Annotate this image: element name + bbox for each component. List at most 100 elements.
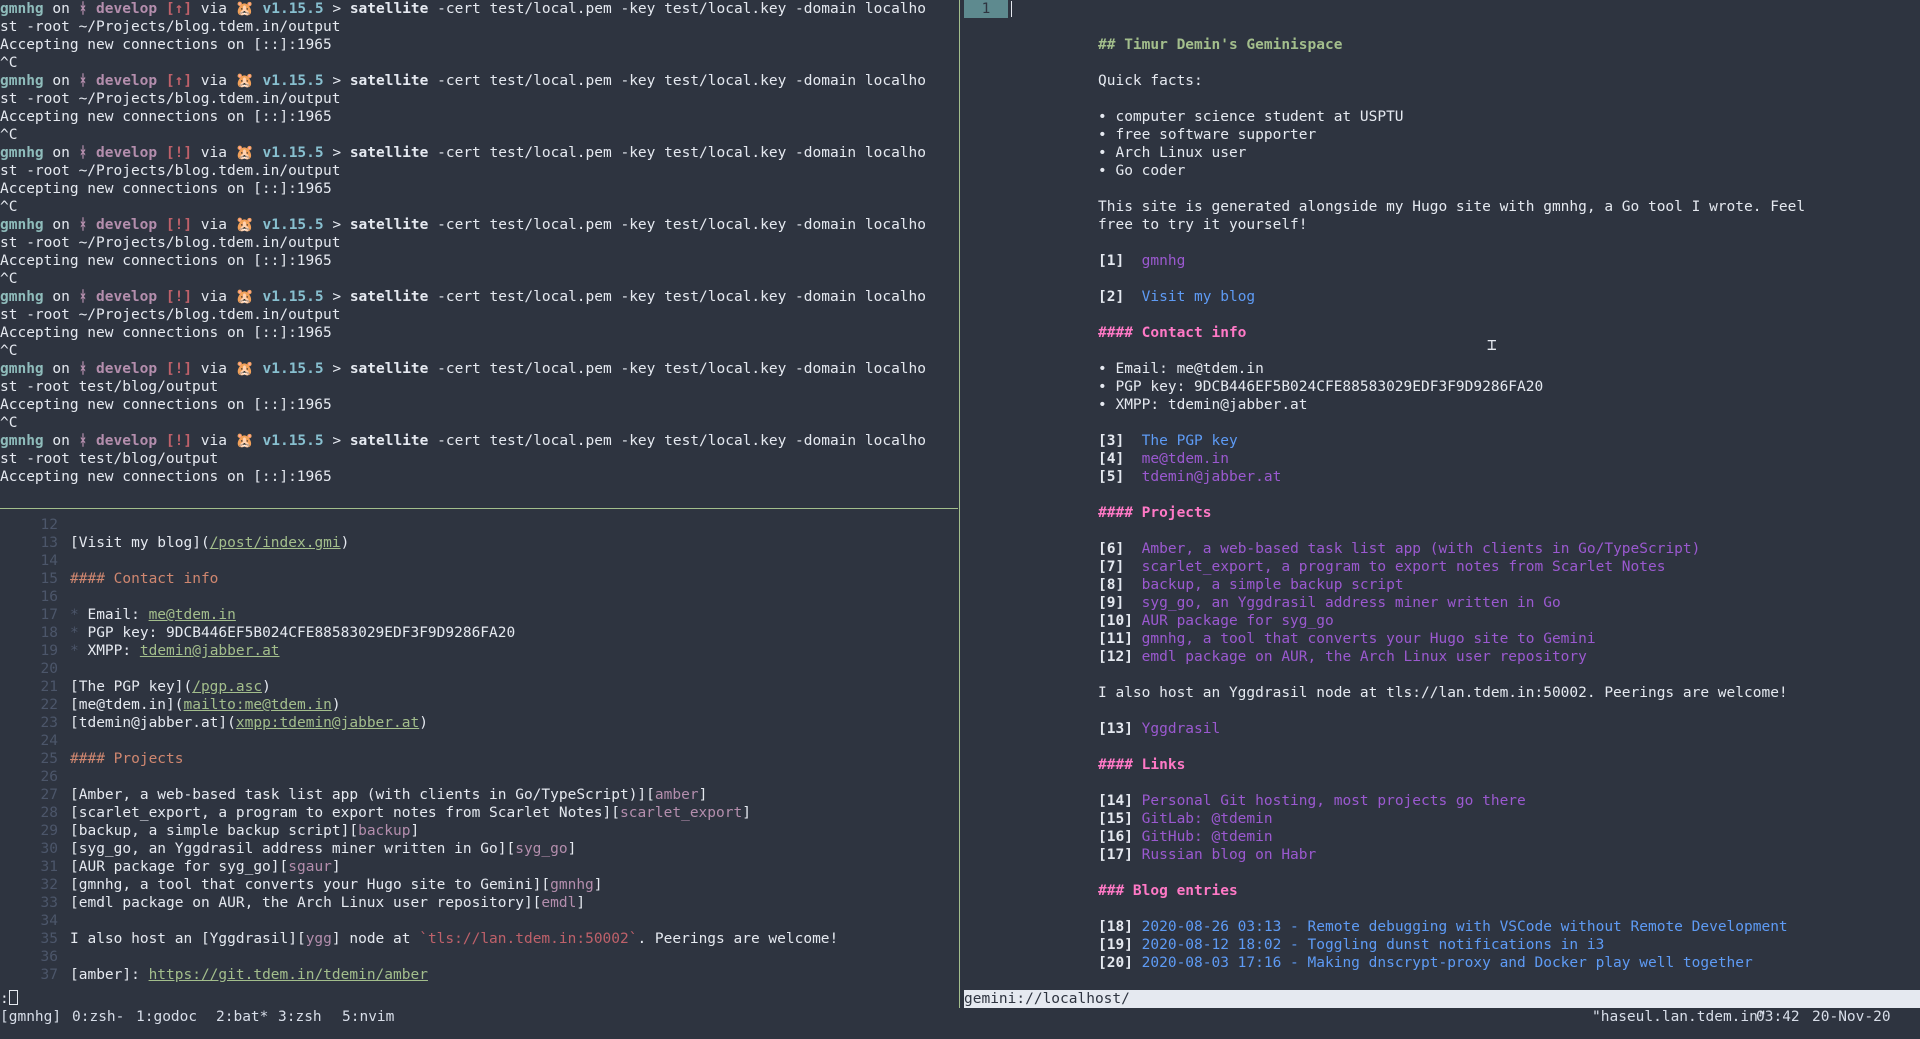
markdown-link-target[interactable]: https://git.tdem.in/tdemin/amber <box>149 967 428 983</box>
gemini-line <box>1098 864 1898 882</box>
prompt-user: gmnhg <box>0 361 44 377</box>
line-content: * XMPP: tdemin@jabber.at <box>70 642 280 660</box>
gemini-line: #### Links <box>1098 756 1898 774</box>
gemini-tab[interactable]: 1 <box>964 0 1008 18</box>
command-args: -cert test/local.pem -key test/local.key… <box>428 1 927 17</box>
gemini-link[interactable]: gmnhg <box>1142 253 1186 269</box>
gemini-link-line: [10] AUR package for syg_go <box>1098 612 1898 630</box>
gemini-line <box>1098 738 1898 756</box>
git-branch-name: develop <box>96 217 158 233</box>
markdown-text: [scarlet_export, a program to export not… <box>70 805 620 821</box>
git-branch-icon: ᚼ <box>78 73 88 89</box>
markdown-link-ref: amber <box>654 787 699 803</box>
gemini-link-line: [19] 2020-08-12 18:02 - Toggling dunst n… <box>1098 936 1898 954</box>
editor-line: 25 #### Projects <box>0 750 958 768</box>
git-branch-name: develop <box>96 433 158 449</box>
gemini-link-index: [19] <box>1098 937 1133 953</box>
markdown-link-target[interactable]: xmpp:tdemin@jabber.at <box>236 715 419 731</box>
terminal-pane[interactable]: gmnhg on ᚼ develop [↑] via 🐹 v1.15.5 > s… <box>0 0 958 508</box>
gemini-link[interactable]: AUR package for syg_go <box>1142 613 1334 629</box>
gemini-link[interactable]: 2020-08-12 18:02 - Toggling dunst notifi… <box>1142 937 1605 953</box>
tmux-window-1[interactable]: 1:godoc <box>136 1008 197 1026</box>
go-gopher-icon: 🐹 <box>235 73 254 89</box>
gemini-link[interactable]: GitHub: @tdemin <box>1142 829 1273 845</box>
gemini-link[interactable]: scarlet_export, a program to export note… <box>1142 559 1666 575</box>
gemini-line: free to try it yourself! <box>1098 216 1898 234</box>
markdown-link-target[interactable]: /pgp.asc <box>192 679 262 695</box>
line-content: [Amber, a web-based task list app (with … <box>70 786 707 804</box>
gemini-link-index: [17] <box>1098 847 1133 863</box>
prompt-via-text: via <box>192 361 236 377</box>
markdown-link-target[interactable]: /post/index.gmi <box>210 535 341 551</box>
gemini-line: • free software supporter <box>1098 126 1898 144</box>
gemini-link[interactable]: The PGP key <box>1142 433 1238 449</box>
markdown-text: [AUR package for syg_go][ <box>70 859 289 875</box>
gemini-link-index: [10] <box>1098 613 1133 629</box>
gemini-link-line: [8] backup, a simple backup script <box>1098 576 1898 594</box>
gemini-link[interactable]: gmnhg, a tool that converts your Hugo si… <box>1142 631 1596 647</box>
gemini-link-space <box>1124 433 1141 449</box>
editor-line: 28 [scarlet_export, a program to export n… <box>0 804 958 822</box>
gemini-link[interactable]: Russian blog on Habr <box>1142 847 1317 863</box>
gemini-link-space <box>1124 559 1141 575</box>
tmux-window-0[interactable]: 0:zsh- <box>72 1008 124 1026</box>
line-number: 34 <box>40 913 58 929</box>
gemini-link[interactable]: 2020-08-26 03:13 - Remote debugging with… <box>1142 919 1788 935</box>
command-name: satellite <box>349 73 429 89</box>
gemini-url-bar[interactable]: gemini://localhost/ <box>964 990 1920 1008</box>
tmux-window-2[interactable]: 2:bat* <box>216 1008 268 1026</box>
gemini-text: I also host an Yggdrasil node at tls://l… <box>1098 685 1788 701</box>
editor-line: 21 [The PGP key](/pgp.asc) <box>0 678 958 696</box>
server-output: Accepting new connections on [::]:1965 <box>0 253 332 269</box>
gemini-link-line: [2] Visit my blog <box>1098 288 1898 306</box>
line-number: 12 <box>40 517 58 533</box>
editor-line: 27 [Amber, a web-based task list app (wit… <box>0 786 958 804</box>
gemini-browser-pane[interactable]: 1 ## Timur Demin's Geminispace Quick fac… <box>964 0 1920 990</box>
command-name: satellite <box>349 289 429 305</box>
gemini-line <box>1098 774 1898 792</box>
markdown-text: . Peerings are welcome! <box>637 931 839 947</box>
gemini-link-space <box>1133 919 1142 935</box>
prompt-on-text: on <box>43 289 79 305</box>
editor-buffer[interactable]: 12 13 [Visit my blog](/post/index.gmi) 14 15… <box>0 516 958 984</box>
gemini-link[interactable]: 2020-08-03 17:16 - Making dnscrypt-proxy… <box>1142 955 1753 971</box>
gemini-link[interactable]: me@tdem.in <box>1142 451 1229 467</box>
nvim-editor-pane[interactable]: 12 13 [Visit my blog](/post/index.gmi) 14 15… <box>0 512 958 1008</box>
gemini-link[interactable]: Personal Git hosting, most projects go t… <box>1142 793 1526 809</box>
tmux-window-3[interactable]: 3:zsh <box>278 1008 322 1026</box>
gemini-link[interactable]: Visit my blog <box>1142 289 1256 305</box>
gemini-link[interactable]: backup, a simple backup script <box>1142 577 1404 593</box>
editor-cmdline[interactable]: : <box>0 990 18 1008</box>
gemini-heading: ### Blog entries <box>1098 883 1238 899</box>
prompt-user: gmnhg <box>0 145 44 161</box>
markdown-bullet: * <box>70 607 88 623</box>
go-gopher-icon: 🐹 <box>235 145 254 161</box>
command-args-wrapped: st -root ~/Projects/blog.tdem.in/output <box>0 91 341 107</box>
prompt-user: gmnhg <box>0 289 44 305</box>
gemini-link-index: [7] <box>1098 559 1125 575</box>
gemini-line <box>1098 306 1898 324</box>
markdown-text: ] <box>567 841 577 857</box>
gemini-link[interactable]: syg_go, an Yggdrasil address miner writt… <box>1142 595 1561 611</box>
go-version: v1.15.5 <box>262 145 324 161</box>
line-number: 28 <box>40 805 58 821</box>
command-args-wrapped: st -root ~/Projects/blog.tdem.in/output <box>0 307 341 323</box>
command-name: satellite <box>349 361 429 377</box>
gemini-link[interactable]: Amber, a web-based task list app (with c… <box>1142 541 1701 557</box>
markdown-text: ] <box>742 805 751 821</box>
git-status: [!] <box>165 145 193 161</box>
gemini-link[interactable]: tdemin@jabber.at <box>1142 469 1282 485</box>
line-number: 19 <box>40 643 58 659</box>
editor-line: 33 [emdl package on AUR, the Arch Linux u… <box>0 894 958 912</box>
gemini-link[interactable]: GitLab: @tdemin <box>1142 811 1273 827</box>
gemini-line <box>1098 900 1898 918</box>
markdown-link-target[interactable]: me@tdem.in <box>149 607 236 623</box>
gemini-link[interactable]: emdl package on AUR, the Arch Linux user… <box>1142 649 1587 665</box>
gemini-heading: #### Links <box>1098 757 1186 773</box>
markdown-link-target[interactable]: mailto:me@tdem.in <box>184 697 332 713</box>
markdown-link-target[interactable]: tdemin@jabber.at <box>140 643 280 659</box>
gemini-link[interactable]: Yggdrasil <box>1142 721 1221 737</box>
tmux-window-5[interactable]: 5:nvim <box>342 1008 394 1026</box>
